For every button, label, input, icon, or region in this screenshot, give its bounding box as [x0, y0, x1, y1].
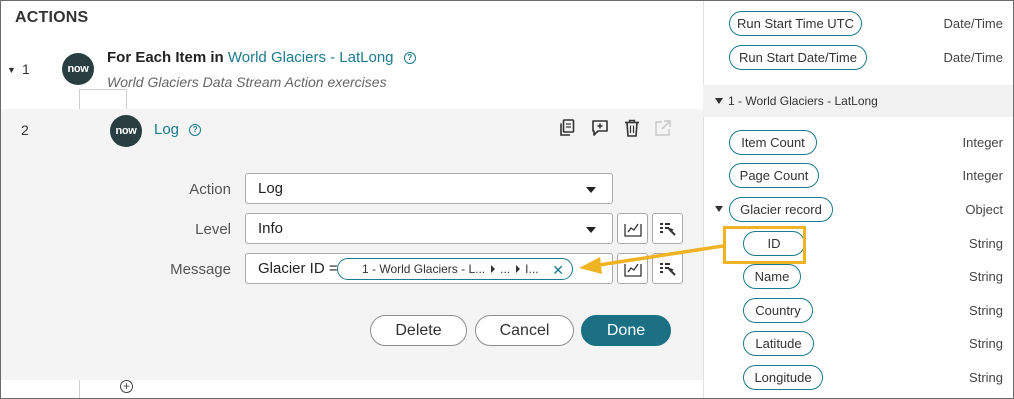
highlight-box [723, 226, 806, 264]
chevron-down-icon [586, 187, 596, 193]
foreach-step-title[interactable]: For Each Item in World Glaciers - LatLon… [107, 49, 416, 66]
pill-separator-icon [516, 265, 521, 273]
data-type: Integer [962, 168, 1003, 183]
data-type: Date/Time [943, 50, 1003, 65]
cancel-button[interactable]: Cancel [475, 315, 574, 346]
section-label[interactable]: 1 - World Glaciers - LatLong [728, 94, 878, 108]
trash-icon[interactable] [622, 118, 642, 138]
message-prefix-text: Glacier ID = [258, 260, 338, 277]
tree-connector [79, 380, 80, 398]
data-pill[interactable]: Glacier record [729, 197, 833, 222]
pill-segment: I... [525, 262, 539, 276]
data-pill[interactable]: Page Count [729, 163, 819, 188]
level-select[interactable]: Info [245, 213, 613, 244]
data-pill[interactable]: Item Count [729, 130, 817, 155]
data-type: Object [965, 202, 1003, 217]
collapse-caret-icon[interactable] [715, 98, 723, 104]
foreach-prefix: For Each Item in [107, 49, 224, 66]
tree-connector [126, 89, 127, 109]
action-select[interactable]: Log [245, 173, 613, 204]
data-pill[interactable]: Country [743, 298, 813, 323]
toggle-scripting-button[interactable] [617, 253, 648, 284]
action-select-value: Log [258, 180, 284, 197]
data-type: String [969, 336, 1003, 351]
collapse-caret-icon[interactable]: ▼ [7, 65, 16, 75]
help-icon[interactable]: ? [189, 124, 202, 136]
level-field-label: Level [195, 221, 231, 238]
data-picker-icon [659, 262, 676, 276]
open-external-icon [653, 118, 673, 138]
data-pill[interactable]: Name [743, 264, 801, 289]
step-annotation: World Glaciers Data Stream Action exerci… [107, 74, 387, 90]
data-picker-icon [659, 222, 676, 236]
add-step-icon[interactable]: + [120, 380, 133, 393]
tree-connector [79, 89, 80, 109]
add-comment-icon[interactable] [590, 118, 610, 138]
data-type: String [969, 269, 1003, 284]
script-toggle-icon [623, 263, 642, 277]
log-action-title[interactable]: Log ? [154, 121, 202, 138]
actions-heading: ACTIONS [15, 9, 89, 26]
step-number: 2 [21, 122, 29, 138]
data-pill-picker-button[interactable] [652, 213, 683, 244]
pill-segment: ... [500, 262, 511, 276]
pill-segment: 1 - World Glaciers - L... [362, 262, 486, 276]
data-type: String [969, 303, 1003, 318]
data-pill-picker-button[interactable] [652, 253, 683, 284]
script-toggle-icon [623, 223, 642, 237]
foreach-source-link[interactable]: World Glaciers - LatLong [228, 49, 394, 66]
help-icon[interactable]: ? [403, 52, 416, 64]
data-type: String [969, 370, 1003, 385]
level-select-value: Info [258, 220, 284, 237]
done-button[interactable]: Done [581, 315, 671, 346]
tree-connector [79, 89, 127, 90]
action-field-label: Action [189, 181, 231, 198]
data-type: String [969, 236, 1003, 251]
remove-pill-icon[interactable]: ✕ [552, 262, 564, 279]
delete-button[interactable]: Delete [370, 315, 467, 346]
log-title-text[interactable]: Log [154, 121, 179, 138]
toggle-scripting-button[interactable] [617, 213, 648, 244]
data-type: Integer [962, 135, 1003, 150]
message-data-pill[interactable]: 1 - World Glaciers - L...... I... ✕ [337, 258, 573, 280]
servicenow-logo-icon: now [110, 115, 142, 147]
message-field-label: Message [170, 261, 231, 278]
data-type: Date/Time [943, 16, 1003, 31]
step-number: 1 [22, 61, 30, 77]
servicenow-logo-icon: now [62, 53, 94, 85]
data-pill[interactable]: Latitude [743, 331, 814, 356]
data-pill[interactable]: Run Start Time UTC [729, 11, 862, 36]
pill-separator-icon [491, 265, 496, 273]
data-pill[interactable]: Longitude [743, 365, 823, 390]
data-pill[interactable]: Run Start Date/Time [729, 45, 867, 70]
copy-icon[interactable] [557, 118, 577, 138]
collapse-caret-icon[interactable] [715, 206, 723, 212]
chevron-down-icon [586, 227, 596, 233]
